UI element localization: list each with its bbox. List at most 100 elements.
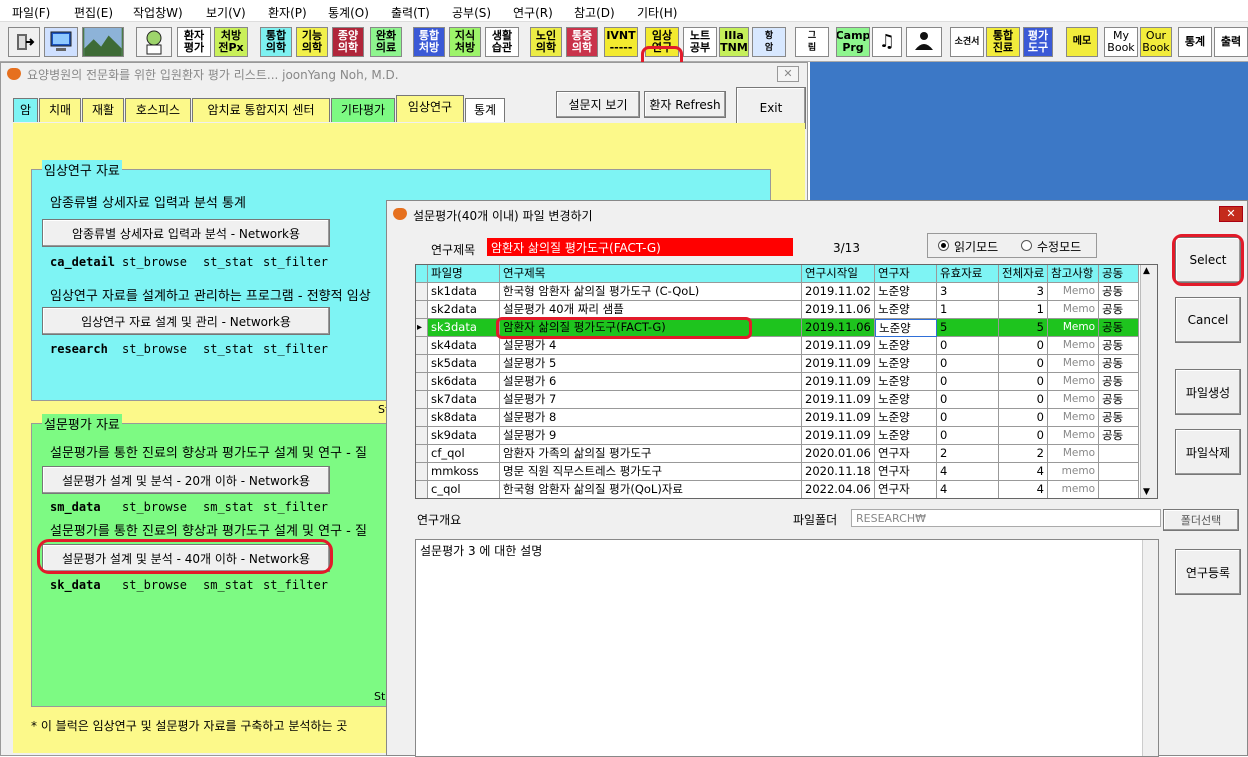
ca-detail-link[interactable]: ca_detail: [50, 255, 115, 269]
table-row[interactable]: sk5data 설문평가 5 2019.11.09 노준양 0 0 Memo 공동: [416, 355, 1141, 373]
palliative-care-button[interactable]: 완화 의료: [370, 27, 402, 57]
table-cell[interactable]: memo: [1048, 481, 1099, 498]
table-row[interactable]: sk4data 설문평가 4 2019.11.09 노준양 0 0 Memo 공동: [416, 337, 1141, 355]
table-cell[interactable]: Memo: [1048, 373, 1099, 391]
st-browse-link[interactable]: st_browse: [122, 255, 187, 269]
st-browse-link[interactable]: st_browse: [122, 578, 187, 592]
ivnt-button[interactable]: IVNT -----: [604, 27, 638, 57]
st-filter-link[interactable]: st_filter: [263, 255, 328, 269]
patient-refresh-button[interactable]: 환자 Refresh: [644, 91, 726, 118]
integrated-prescription-button[interactable]: 통합 처방: [413, 27, 445, 57]
computer-icon[interactable]: [44, 27, 78, 57]
prescription-px-button[interactable]: 처방 전Px: [214, 27, 248, 57]
lifestyle-button[interactable]: 생활 습관: [485, 27, 519, 57]
st-filter-link[interactable]: st_filter: [263, 578, 328, 592]
study-description-textarea[interactable]: 설문평가 3 에 대한 설명: [415, 539, 1159, 757]
tab-statistics[interactable]: 통계: [465, 98, 505, 122]
study-title-field[interactable]: 암환자 삶의질 평가도구(FACT-G): [487, 238, 793, 256]
menu-stats[interactable]: 통계(O): [328, 4, 369, 21]
sm-stat-link[interactable]: sm_stat: [203, 500, 254, 514]
geriatric-medicine-button[interactable]: 노인 의학: [530, 27, 562, 57]
print-button[interactable]: 출력: [1214, 27, 1248, 57]
table-cell[interactable]: Memo: [1048, 319, 1099, 337]
create-file-button[interactable]: 파일생성: [1175, 369, 1241, 415]
sk-data-link[interactable]: sk_data: [50, 578, 101, 592]
integrative-medicine-button[interactable]: 통합 의학: [260, 27, 292, 57]
sm-data-link[interactable]: sm_data: [50, 500, 101, 514]
table-cell[interactable]: Memo: [1048, 445, 1099, 463]
grid-header-cell[interactable]: 유효자료: [937, 265, 999, 283]
menu-study[interactable]: 공부(S): [452, 4, 491, 21]
table-row[interactable]: sk6data 설문평가 6 2019.11.09 노준양 0 0 Memo 공동: [416, 373, 1141, 391]
folder-select-button[interactable]: 폴더선택: [1163, 509, 1239, 531]
st-stat-link[interactable]: st_stat: [203, 342, 254, 356]
table-cell[interactable]: Memo: [1048, 355, 1099, 373]
table-cell[interactable]: Memo: [1048, 427, 1099, 445]
grid-header-cell[interactable]: 파일명: [428, 265, 500, 283]
st-filter-link[interactable]: st_filter: [263, 500, 328, 514]
study-file-grid[interactable]: 파일명 연구제목 연구시작일 연구자 유효자료 전체자료 참고사항 공동 sk1data 한국형 …: [415, 264, 1158, 499]
music-note-icon[interactable]: ♫: [872, 27, 902, 57]
table-cell[interactable]: Memo: [1048, 283, 1099, 301]
grid-header-cell[interactable]: 공동: [1099, 265, 1139, 283]
table-row[interactable]: sk7data 설문평가 7 2019.11.09 노준양 0 0 Memo 공동: [416, 391, 1141, 409]
menu-window[interactable]: 작업창W): [133, 4, 183, 21]
tnm-button[interactable]: IIIa TNM: [719, 27, 749, 57]
our-book-button[interactable]: Our Book: [1140, 27, 1172, 57]
st-stat-link[interactable]: st_stat: [203, 255, 254, 269]
table-row[interactable]: sk1data 한국형 암환자 삶의질 평가도구 (C-QoL) 2019.11.0…: [416, 283, 1141, 301]
menu-file[interactable]: 파일(F): [12, 4, 50, 21]
patient-eval-button[interactable]: 환자 평가: [177, 27, 211, 57]
table-row[interactable]: mmkoss 명문 직원 직무스트레스 평가도구 2020.11.18 연구자 4 4 me…: [416, 463, 1141, 481]
menu-etc[interactable]: 기타(H): [637, 4, 677, 21]
read-mode-radio[interactable]: [938, 240, 949, 251]
note-study-button[interactable]: 노트 공부: [683, 27, 717, 57]
grid-scrollbar[interactable]: ▲ ▼: [1140, 265, 1157, 498]
edit-mode-radio[interactable]: [1021, 240, 1032, 251]
oncology-button[interactable]: 종양 의학: [332, 27, 364, 57]
st-browse-link[interactable]: st_browse: [122, 500, 187, 514]
statistics-button[interactable]: 통계: [1178, 27, 1212, 57]
folder-path-field[interactable]: RESEARCH₩: [851, 509, 1161, 527]
exit-door-icon[interactable]: [8, 27, 40, 57]
cancel-button[interactable]: Cancel: [1175, 297, 1241, 343]
tab-clinical-research[interactable]: 임상연구: [396, 95, 464, 122]
knowledge-prescription-button[interactable]: 지식 처방: [449, 27, 481, 57]
picture-button[interactable]: 그림: [795, 27, 829, 57]
scroll-up-icon[interactable]: ▲: [1143, 266, 1150, 276]
table-cell[interactable]: memo: [1048, 463, 1099, 481]
grid-header-cell[interactable]: 연구제목: [500, 265, 802, 283]
st-browse-link[interactable]: st_browse: [122, 342, 187, 356]
menu-research[interactable]: 연구(R): [513, 4, 553, 21]
tab-dementia[interactable]: 치매: [39, 98, 81, 122]
scroll-down-icon[interactable]: ▼: [1143, 487, 1150, 497]
functional-medicine-button[interactable]: 기능 의학: [296, 27, 328, 57]
tab-other-eval[interactable]: 기타평가: [331, 98, 395, 122]
st-filter-link[interactable]: st_filter: [263, 342, 328, 356]
description-scrollbar[interactable]: [1142, 540, 1158, 756]
grid-header-cell[interactable]: 연구시작일: [802, 265, 875, 283]
table-row[interactable]: sk8data 설문평가 8 2019.11.09 노준양 0 0 Memo 공동: [416, 409, 1141, 427]
menu-print[interactable]: 출력(T): [391, 4, 430, 21]
grid-header-cell[interactable]: 전체자료: [999, 265, 1048, 283]
integrated-care-button[interactable]: 통합 진료: [986, 27, 1020, 57]
anticancer-button[interactable]: 항암: [752, 27, 786, 57]
tab-hospice[interactable]: 호스피스: [125, 98, 191, 122]
menu-patient[interactable]: 환자(P): [268, 4, 307, 21]
table-cell[interactable]: Memo: [1048, 391, 1099, 409]
close-icon[interactable]: ✕: [777, 66, 799, 82]
table-cell[interactable]: Memo: [1048, 409, 1099, 427]
landscape-image-icon[interactable]: [82, 27, 124, 57]
pain-medicine-button[interactable]: 통증 의학: [566, 27, 598, 57]
medical-certificate-button[interactable]: 소견서: [950, 27, 984, 57]
table-row[interactable]: cf_qol 암환자 가족의 삶의질 평가도구 2020.01.06 연구자 2 2 Mem…: [416, 445, 1141, 463]
table-cell[interactable]: Memo: [1048, 301, 1099, 319]
cancer-detail-network-button[interactable]: 암종류별 상세자료 입력과 분석 - Network용: [42, 219, 330, 247]
grid-header-cell[interactable]: 참고사항: [1048, 265, 1099, 283]
research-link[interactable]: research: [50, 342, 108, 356]
camp-program-button[interactable]: Camp Prg: [836, 27, 870, 57]
grid-header-cell[interactable]: 연구자: [875, 265, 937, 283]
my-book-button[interactable]: My Book: [1104, 27, 1138, 57]
delete-file-button[interactable]: 파일삭제: [1175, 429, 1241, 475]
meditation-icon[interactable]: [906, 27, 942, 57]
